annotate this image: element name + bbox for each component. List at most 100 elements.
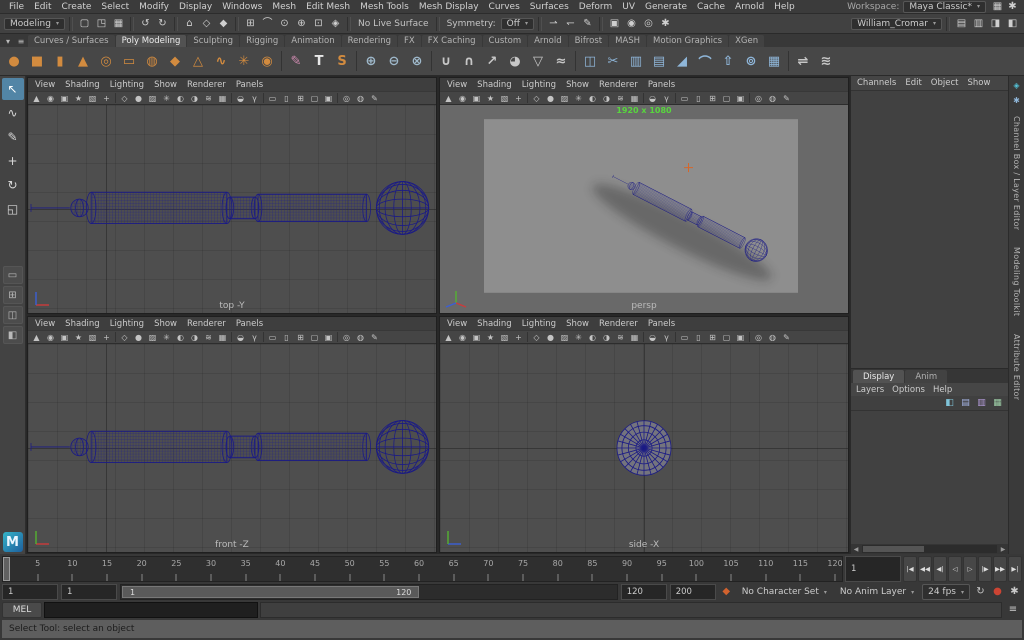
menu-deform[interactable]: Deform: [574, 2, 617, 12]
channel-box-menu-channels[interactable]: Channels: [857, 78, 896, 88]
animation-start-field[interactable]: 1: [2, 584, 58, 600]
use-all-lights-icon[interactable]: ✳: [160, 331, 173, 343]
shelf-combine[interactable]: ∪: [435, 50, 457, 73]
toggle-attribute-editor-icon[interactable]: ◨: [988, 16, 1003, 31]
select-tool[interactable]: ↖: [1, 78, 24, 100]
safe-action-icon[interactable]: ▢: [308, 92, 321, 104]
toggle-tool-settings-icon[interactable]: ◧: [1005, 16, 1020, 31]
x-ray-icon[interactable]: ◍: [354, 92, 367, 104]
wireframe-icon[interactable]: ◇: [118, 331, 131, 343]
layer-tab-display[interactable]: Display: [853, 370, 905, 384]
shelf-poly-cone[interactable]: ▲: [72, 50, 94, 73]
layout-single-pane-button[interactable]: ▭: [2, 266, 23, 284]
shelf-average-vertices[interactable]: ≋: [815, 50, 837, 73]
snap-to-curve-icon[interactable]: ⌒: [260, 16, 275, 31]
anti-aliasing-icon[interactable]: ▦: [628, 92, 641, 104]
select-object-icon[interactable]: ◇: [199, 16, 214, 31]
menu-surfaces[interactable]: Surfaces: [525, 2, 574, 12]
menu-curves[interactable]: Curves: [484, 2, 525, 12]
scale-tool[interactable]: ◱: [2, 198, 24, 220]
layer-editor-scrollbar[interactable]: ◀ ▶: [851, 544, 1008, 554]
motion-blur-icon[interactable]: ≋: [202, 92, 215, 104]
sidebar-pin-icon[interactable]: ◈: [1011, 79, 1023, 91]
resolution-gate-icon[interactable]: ▭: [678, 331, 691, 343]
scrollbar-track[interactable]: [862, 545, 997, 553]
film-gate-icon[interactable]: ▯: [692, 92, 705, 104]
viewport-menu-view[interactable]: View: [31, 319, 59, 329]
menu-uv[interactable]: UV: [617, 2, 640, 12]
layout-outliner-persp-button[interactable]: ◧: [2, 326, 23, 344]
shelf-svg-tool[interactable]: S: [331, 50, 353, 73]
image-plane-icon[interactable]: ▧: [86, 92, 99, 104]
2d-pan-zoom-icon[interactable]: +: [512, 331, 525, 343]
viewport-menu-view[interactable]: View: [443, 319, 471, 329]
snap-to-view-plane-icon[interactable]: ⊡: [311, 16, 326, 31]
select-camera-icon[interactable]: ▲: [442, 92, 455, 104]
shelf-3d-type[interactable]: T: [308, 50, 330, 73]
channel-box-menu-object[interactable]: Object: [931, 78, 959, 88]
viewport-menu-renderer[interactable]: Renderer: [595, 319, 642, 329]
shelf-poly-helix[interactable]: ∿: [210, 50, 232, 73]
viewport-menu-shading[interactable]: Shading: [61, 80, 104, 90]
viewport-menu-lighting[interactable]: Lighting: [106, 319, 148, 329]
shelf-quad-draw[interactable]: ▦: [763, 50, 785, 73]
shelf-extrude[interactable]: ⇧: [717, 50, 739, 73]
shelf-tab-bifrost[interactable]: Bifrost: [568, 35, 609, 47]
bookmarks-icon[interactable]: ★: [484, 331, 497, 343]
auto-keyframe-icon[interactable]: ●: [990, 585, 1005, 600]
shelf-tab-rendering[interactable]: Rendering: [341, 35, 398, 47]
command-line-language-button[interactable]: MEL: [2, 602, 42, 618]
safe-title-icon[interactable]: ▣: [322, 92, 335, 104]
viewport-menu-show[interactable]: Show: [150, 80, 181, 90]
channel-box-content[interactable]: [851, 90, 1008, 369]
shelf-smooth[interactable]: ≈: [550, 50, 572, 73]
shelf-tab-custom[interactable]: Custom: [482, 35, 528, 47]
bookmarks-icon[interactable]: ★: [72, 331, 85, 343]
gamma-icon[interactable]: γ: [248, 331, 261, 343]
shelf-poly-disc[interactable]: ◍: [141, 50, 163, 73]
shelf-tab-curves-surfaces[interactable]: Curves / Surfaces: [28, 35, 115, 47]
isolate-select-icon[interactable]: ◎: [340, 331, 353, 343]
field-chart-icon[interactable]: ⊞: [294, 331, 307, 343]
shelf-poly-cube[interactable]: ■: [26, 50, 48, 73]
shelf-offset-edge-loop[interactable]: ▤: [648, 50, 670, 73]
motion-blur-icon[interactable]: ≋: [614, 331, 627, 343]
viewport-menu-shading[interactable]: Shading: [473, 80, 516, 90]
exposure-icon[interactable]: ◒: [646, 92, 659, 104]
viewport-menu-renderer[interactable]: Renderer: [595, 80, 642, 90]
2d-pan-zoom-icon[interactable]: +: [100, 92, 113, 104]
select-camera-icon[interactable]: ▲: [30, 92, 43, 104]
layout-two-pane-button[interactable]: ◫: [2, 306, 23, 324]
step-back-key-button[interactable]: ◀◀: [918, 556, 932, 582]
shelf-boolean-intersection[interactable]: ⊗: [406, 50, 428, 73]
field-chart-icon[interactable]: ⊞: [706, 92, 719, 104]
sidebar-gear-icon[interactable]: ✱: [1011, 94, 1023, 106]
channel-box-menu-edit[interactable]: Edit: [905, 78, 921, 88]
timeline-playhead[interactable]: [3, 557, 10, 581]
current-frame-field[interactable]: 1: [845, 556, 901, 582]
character-set-key-icon[interactable]: ◆: [719, 585, 734, 600]
viewport-menu-show[interactable]: Show: [562, 80, 593, 90]
viewport-canvas-side[interactable]: side -X: [440, 344, 848, 552]
user-preset-selector[interactable]: William_Cromar ▾: [851, 17, 942, 30]
viewport-menu-shading[interactable]: Shading: [61, 319, 104, 329]
output-connections-icon[interactable]: ↽: [563, 16, 578, 31]
2d-pan-zoom-icon[interactable]: +: [100, 331, 113, 343]
x-ray-icon[interactable]: ◍: [354, 331, 367, 343]
motion-blur-icon[interactable]: ≋: [202, 331, 215, 343]
shadows-icon[interactable]: ◐: [586, 92, 599, 104]
menu-cache[interactable]: Cache: [692, 2, 730, 12]
safe-title-icon[interactable]: ▣: [322, 331, 335, 343]
safe-title-icon[interactable]: ▣: [734, 92, 747, 104]
viewport-menu-lighting[interactable]: Lighting: [518, 319, 560, 329]
viewport-canvas-persp[interactable]: 1920 x 1080 persp: [440, 105, 848, 313]
viewport-menu-panels[interactable]: Panels: [232, 319, 267, 329]
image-plane-icon[interactable]: ▧: [86, 331, 99, 343]
menu-edit[interactable]: Edit: [29, 2, 56, 12]
film-gate-icon[interactable]: ▯: [280, 92, 293, 104]
safe-action-icon[interactable]: ▢: [720, 92, 733, 104]
viewport-menu-lighting[interactable]: Lighting: [518, 80, 560, 90]
safe-title-icon[interactable]: ▣: [734, 331, 747, 343]
anti-aliasing-icon[interactable]: ▦: [628, 331, 641, 343]
shelf-bevel[interactable]: ◢: [671, 50, 693, 73]
